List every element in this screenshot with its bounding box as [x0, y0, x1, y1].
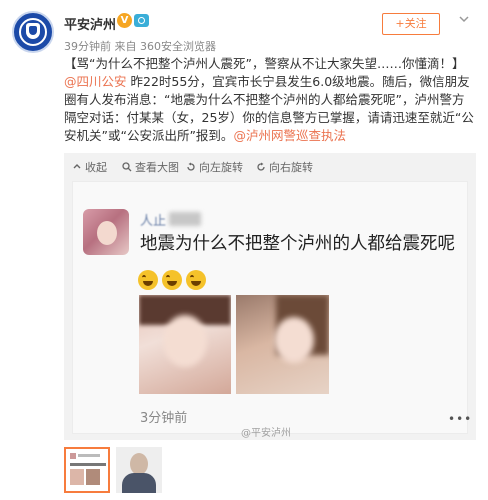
thumbnail-1[interactable] — [64, 447, 110, 493]
thumbnail-2[interactable] — [116, 447, 162, 493]
chevron-down-icon[interactable] — [458, 13, 470, 25]
post-text: 【骂“为什么不把整个泸州人震死”，警察从不让大家失望……你懂滴！】@四川公安 昨… — [64, 55, 476, 145]
rotate-left-icon — [187, 162, 195, 171]
poster-name-blur — [169, 212, 201, 226]
post-source[interactable]: 360安全浏览器 — [140, 40, 216, 53]
rotate-right-button[interactable]: 向右旋转 — [256, 159, 313, 175]
moments-photo-2 — [236, 295, 329, 394]
media-toolbar: 收起 查看大图 向左旋转 向右旋转 — [64, 153, 476, 177]
follow-button[interactable]: +关注 — [382, 13, 440, 35]
weibo-watermark: @平安泸州 — [241, 428, 291, 439]
account-avatar[interactable] — [12, 11, 54, 53]
account-name[interactable]: 平安泸州 — [64, 14, 116, 33]
moments-photo-1 — [139, 295, 231, 394]
mention-link[interactable]: @四川公安 — [64, 74, 127, 89]
laughing-emoji-icon — [186, 270, 206, 290]
post-from-label: 来自 — [114, 40, 137, 53]
mention-link-2[interactable]: @泸州网警巡查执法 — [233, 128, 346, 143]
view-large-button[interactable]: 查看大图 — [122, 159, 179, 175]
camera-icon — [134, 14, 149, 27]
poster-name: 人止 — [140, 214, 167, 229]
post-time[interactable]: 39分钟前 — [64, 40, 111, 53]
moments-post-text: 地震为什么不把整个泸州的人都给震死呢 — [140, 234, 455, 254]
laughing-emoji-icon — [162, 270, 182, 290]
moments-post-time: 3分钟前 — [140, 411, 188, 426]
search-icon — [122, 162, 132, 172]
rotate-left-button[interactable]: 向左旋转 — [186, 159, 243, 175]
media-viewer: 收起 查看大图 向左旋转 向右旋转 人止 地震为什么不把整个泸州的人都给震死呢 — [64, 153, 476, 440]
rotate-right-icon — [257, 162, 265, 171]
emoji-row — [138, 270, 210, 294]
poster-avatar — [83, 209, 129, 255]
collapse-icon — [73, 164, 81, 169]
post-meta: 39分钟前 来自 360安全浏览器 — [64, 38, 216, 54]
weibo-post-card: 平安泸州 V 39分钟前 来自 360安全浏览器 +关注 【骂“为什么不把整个泸… — [0, 0, 488, 500]
verified-badge-icon: V — [117, 13, 132, 28]
moments-screenshot-image[interactable]: 人止 地震为什么不把整个泸州的人都给震死呢 3分钟前 ••• — [72, 181, 471, 434]
more-icon: ••• — [448, 412, 473, 426]
collapse-button[interactable]: 收起 — [72, 159, 107, 175]
post-text-lead: 【骂“为什么不把整个泸州人震死”，警察从不让大家失望……你懂滴！】 — [64, 56, 465, 71]
laughing-emoji-icon — [138, 270, 158, 290]
